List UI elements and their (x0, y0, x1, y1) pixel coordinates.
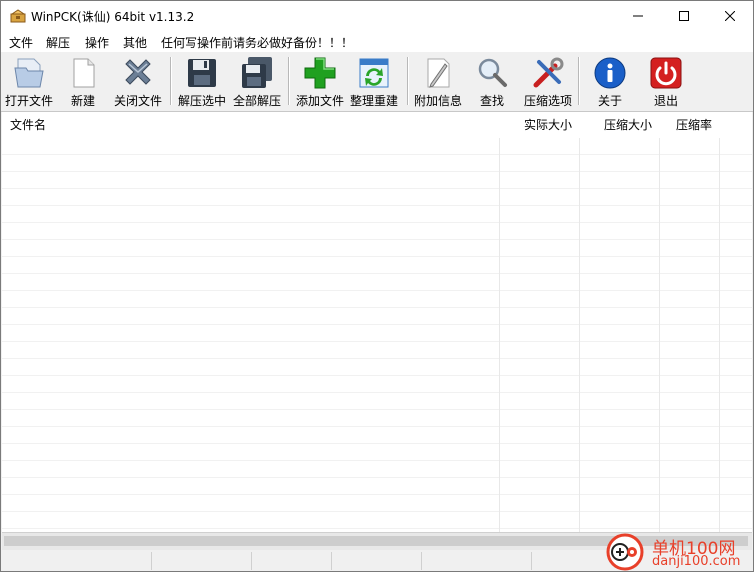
about-icon (594, 57, 626, 89)
about-button[interactable]: 关于 (586, 53, 634, 109)
rebuild-button[interactable]: 整理重建 (347, 53, 401, 109)
search-label: 查找 (479, 94, 504, 108)
extract-all-label: 全部解压 (232, 94, 281, 108)
menu-bar: 文件 解压 操作 其他 任何写操作前请务必做好备份！！！ (1, 31, 753, 52)
maximize-icon (679, 11, 689, 21)
status-panel (531, 552, 532, 570)
app-window: WinPCK(诛仙) 64bit v1.13.2 文件 解压 操作 其他 任何写… (0, 0, 754, 572)
add-file-button[interactable]: 添加文件 (293, 53, 347, 109)
close-file-icon (125, 59, 151, 85)
compress-options-icon (533, 57, 564, 88)
file-list[interactable]: 文件名 实际大小 压缩大小 压缩率 (2, 112, 752, 532)
exit-label: 退出 (653, 94, 678, 108)
new-file-label: 新建 (70, 94, 95, 108)
menu-other[interactable]: 其他 (123, 34, 147, 51)
toolbar-separator (288, 57, 290, 105)
extract-selected-button[interactable]: 解压选中 (175, 53, 229, 109)
list-header: 文件名 实际大小 压缩大小 压缩率 (2, 112, 752, 138)
status-panel (151, 552, 152, 570)
watermark-logo-icon (606, 533, 644, 571)
extra-info-button[interactable]: 附加信息 (411, 53, 465, 109)
file-list-rows[interactable] (2, 138, 752, 532)
column-divider (659, 112, 660, 532)
new-file-button[interactable]: 新建 (59, 53, 107, 109)
menu-backup-warning[interactable]: 任何写操作前请务必做好备份！！！ (161, 34, 353, 51)
new-file-icon (73, 58, 95, 88)
compress-options-label: 压缩选项 (523, 94, 572, 108)
extract-selected-icon (188, 59, 216, 87)
minimize-icon (633, 15, 643, 17)
extract-all-icon (242, 57, 272, 88)
close-icon (725, 11, 735, 21)
toolbar-separator (170, 57, 172, 105)
rebuild-icon (359, 58, 389, 88)
add-file-label: 添加文件 (295, 94, 344, 108)
app-icon (10, 9, 26, 23)
status-panel (331, 552, 332, 570)
close-file-label: 关闭文件 (113, 94, 162, 108)
status-panel (251, 552, 252, 570)
column-header-ratio[interactable]: 压缩率 (676, 112, 712, 138)
column-header-compressed-size[interactable]: 压缩大小 (604, 112, 652, 138)
extra-info-label: 附加信息 (413, 94, 462, 108)
extract-selected-label: 解压选中 (177, 94, 226, 108)
rebuild-label: 整理重建 (349, 94, 398, 108)
extra-info-icon (427, 58, 450, 88)
column-divider (579, 112, 580, 532)
watermark-url: danji100.com (652, 554, 741, 569)
maximize-button[interactable] (661, 1, 707, 31)
minimize-button[interactable] (615, 1, 661, 31)
toolbar-separator (407, 57, 409, 105)
column-divider (719, 112, 720, 532)
status-panel (421, 552, 422, 570)
search-icon (478, 58, 507, 87)
column-header-filename[interactable]: 文件名 (10, 112, 46, 138)
exit-button[interactable]: 退出 (642, 53, 690, 109)
window-title: WinPCK(诛仙) 64bit v1.13.2 (31, 10, 195, 24)
menu-file[interactable]: 文件 (9, 34, 33, 51)
compress-options-button[interactable]: 压缩选项 (521, 53, 575, 109)
toolbar: 打开文件 新建 关闭文件 解压选中 全部解压 添加文件 整理重建 附加信息 查找… (1, 53, 753, 112)
exit-icon (650, 57, 682, 89)
toolbar-separator (578, 57, 580, 105)
column-header-actual-size[interactable]: 实际大小 (524, 112, 572, 138)
about-label: 关于 (597, 94, 622, 108)
open-file-label: 打开文件 (4, 94, 53, 108)
watermark: 单机100网 danji100.com (606, 533, 753, 571)
column-divider (499, 112, 500, 532)
close-window-button[interactable] (707, 1, 753, 31)
menu-operate[interactable]: 操作 (85, 34, 109, 51)
title-bar[interactable]: WinPCK(诛仙) 64bit v1.13.2 (1, 1, 753, 31)
close-file-button[interactable]: 关闭文件 (111, 53, 165, 109)
open-file-button[interactable]: 打开文件 (3, 53, 55, 109)
search-button[interactable]: 查找 (469, 53, 515, 109)
extract-all-button[interactable]: 全部解压 (230, 53, 284, 109)
menu-extract[interactable]: 解压 (46, 34, 70, 51)
open-file-icon (14, 58, 44, 88)
add-file-icon (304, 57, 336, 89)
